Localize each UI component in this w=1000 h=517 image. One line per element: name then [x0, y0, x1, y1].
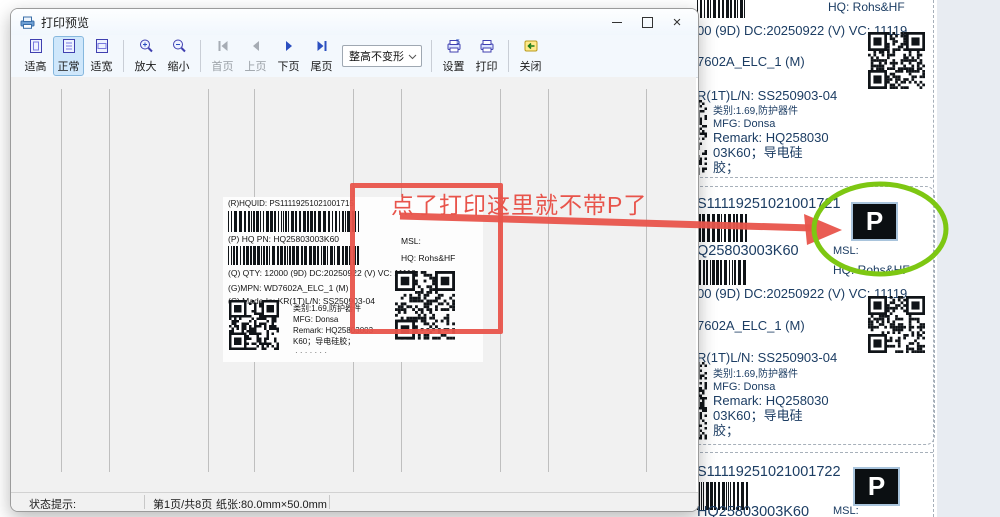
- svg-text:5: 5: [456, 39, 460, 46]
- mpn-text: 7602A_ELC_1 (M): [697, 55, 805, 69]
- msl-text: MSL:: [833, 245, 859, 257]
- next-page-button[interactable]: 下页: [273, 36, 304, 76]
- hquid-text: (R)HQUID: PS11119251021001715: [228, 200, 354, 208]
- p-badge: P: [851, 202, 898, 241]
- prev-page-button[interactable]: 上页: [240, 36, 271, 76]
- minimize-button[interactable]: [602, 11, 632, 33]
- last-page-icon: [314, 38, 330, 57]
- fit-width-button[interactable]: 适宽: [86, 36, 117, 76]
- barcode: [697, 260, 749, 285]
- annotation-note: 点了打印这里就不带P了: [391, 186, 647, 220]
- last-page-button[interactable]: 尾页: [306, 36, 337, 76]
- side-panel: [937, 0, 1000, 517]
- toolbar: 适高 正常 适宽 放大 缩小 首页: [11, 35, 698, 78]
- remark2-text: 03K60；导电硅: [713, 409, 803, 423]
- category-text: 类别:1.69,防护器件: [713, 369, 798, 380]
- guide-line: [646, 89, 647, 472]
- mfg-text: MFG: Donsa: [713, 118, 775, 130]
- remark-text: Remark: HQ258030: [713, 394, 829, 408]
- pn-text: HQ25803003K60: [697, 505, 809, 517]
- print-settings-icon: 5: [446, 38, 462, 57]
- window-title: 打印预览: [41, 14, 89, 31]
- remark2-text: 03K60；导电硅: [713, 146, 803, 160]
- guide-line: [548, 89, 549, 472]
- mpn-text: 7602A_ELC_1 (M): [697, 319, 805, 333]
- close-button[interactable]: ×: [662, 11, 692, 33]
- printer-icon: [20, 16, 35, 29]
- remark-text: Remark: HQ258030: [713, 131, 829, 145]
- lot-text: R(1T)L/N: SS250903-04: [697, 89, 837, 103]
- barcode: [697, 0, 747, 18]
- barcode: [228, 246, 360, 265]
- fit-width-icon: [94, 38, 110, 57]
- perforation-dots: · · · · · · ·: [295, 349, 327, 357]
- mfg-text: MFG: Donsa: [713, 381, 775, 393]
- mfg-text: MFG: Donsa: [293, 316, 338, 324]
- page-indicator: 第1页/共8页: [153, 496, 212, 512]
- zoom-mode-select[interactable]: 整高不变形: [342, 45, 422, 67]
- prev-page-icon: [248, 38, 264, 57]
- toolbar-separator: [123, 40, 124, 72]
- normal-view-icon: [61, 38, 77, 57]
- barcode: [228, 211, 360, 232]
- status-separator: [329, 495, 330, 509]
- remark2-text: K60；导电硅胶；: [293, 338, 355, 346]
- guide-line: [208, 89, 209, 472]
- msl-text: MSL:: [833, 505, 859, 517]
- maximize-button[interactable]: [632, 11, 662, 33]
- hquid-text: S11119251021001721: [697, 197, 841, 213]
- screen: HQ: Rohs&HF 00 (9D) DC:20250922 (V) VC: …: [0, 0, 1000, 517]
- toolbar-separator: [200, 40, 201, 72]
- qr-code: [868, 296, 925, 353]
- guide-line: [109, 89, 110, 472]
- paper-size-indicator: 纸张:80.0mm×50.0mm: [216, 496, 327, 512]
- pn-text: Q25803003K60: [697, 244, 799, 260]
- zoom-in-icon: [138, 38, 154, 57]
- status-bar: 状态提示: 第1页/共8页 纸张:80.0mm×50.0mm: [11, 492, 698, 511]
- status-hint-label: 状态提示:: [29, 496, 76, 512]
- rohs-text: HQ: Rohs&HF: [828, 1, 905, 14]
- printer-icon: [479, 38, 495, 57]
- lot-text: R(1T)L/N: SS250903-04: [697, 351, 837, 365]
- remark3-text: 胶；: [713, 161, 739, 175]
- guide-line: [61, 89, 62, 472]
- status-separator: [144, 495, 145, 509]
- zoom-in-button[interactable]: 放大: [130, 36, 161, 76]
- hquid-text: S11119251021001722: [697, 465, 841, 481]
- title-bar[interactable]: 打印预览 ×: [11, 9, 698, 35]
- fit-height-icon: [28, 38, 44, 57]
- qr-code: [868, 32, 925, 89]
- first-page-button[interactable]: 首页: [207, 36, 238, 76]
- toolbar-separator: [431, 40, 432, 72]
- qr-code: [229, 300, 281, 350]
- label3-border-top: [690, 452, 933, 453]
- next-page-icon: [281, 38, 297, 57]
- print-button[interactable]: 打印: [471, 36, 502, 76]
- p-badge: P: [853, 467, 900, 506]
- first-page-icon: [215, 38, 231, 57]
- label1-border-bottom: [690, 177, 933, 178]
- remark3-text: 胶；: [713, 424, 739, 438]
- zoom-out-icon: [171, 38, 187, 57]
- print-settings-button[interactable]: 5 设置: [438, 36, 469, 76]
- normal-view-button[interactable]: 正常: [53, 36, 84, 76]
- pn-text: (P) HQ PN: HQ25803003K60: [228, 235, 339, 244]
- chevron-down-icon: [408, 53, 417, 60]
- close-preview-button[interactable]: 关闭: [515, 36, 546, 76]
- category-text: 类别:1.69,防护器件: [713, 106, 798, 117]
- rohs-text: HQ: Rohs&HF: [833, 264, 910, 277]
- zoom-out-button[interactable]: 缩小: [163, 36, 194, 76]
- barcode: [697, 214, 749, 242]
- toolbar-separator: [508, 40, 509, 72]
- mpn-text: (G)MPN: WD7602A_ELC_1 (M): [228, 284, 348, 293]
- fit-height-button[interactable]: 适高: [20, 36, 51, 76]
- exit-icon: [523, 38, 539, 57]
